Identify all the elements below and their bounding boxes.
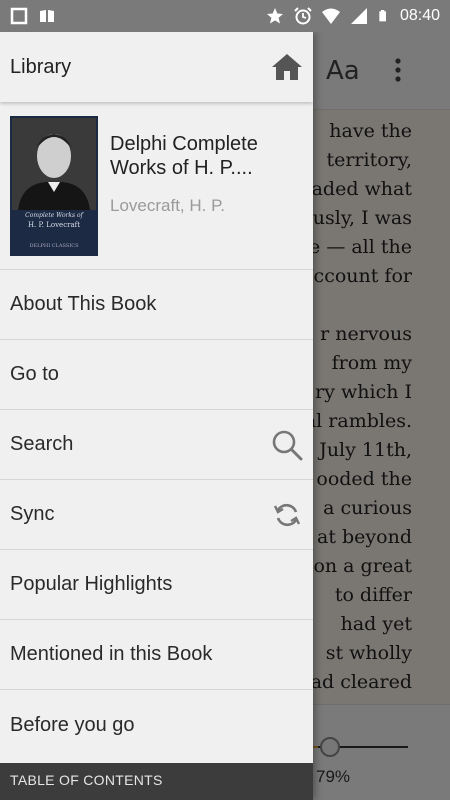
menu-item-sync[interactable]: Sync [0, 480, 313, 550]
book-author: Lovecraft, H. P. [110, 196, 225, 215]
book-icon [40, 10, 54, 22]
menu-item-go-to[interactable]: Go to [0, 340, 313, 410]
menu-item-label: Mentioned in this Book [10, 643, 213, 665]
sync-icon [273, 503, 301, 526]
search-icon [272, 430, 303, 460]
wifi-icon [321, 8, 340, 24]
cover-text-line2: H. P. Lovecraft [27, 221, 81, 229]
clock-text: 08:40 [399, 7, 440, 24]
cover-publisher-logo: DELPHI CLASSICS [29, 243, 79, 249]
signal-icon [350, 8, 367, 24]
menu-item-before-you-go[interactable]: Before you go [0, 690, 313, 760]
menu-item-label: Popular Highlights [10, 573, 173, 595]
table-of-contents-header[interactable]: TABLE OF CONTENTS [0, 763, 313, 800]
cover-text-line1: Complete Works of [25, 212, 83, 219]
battery-icon [379, 10, 386, 22]
home-icon[interactable] [271, 52, 303, 82]
library-link[interactable]: Library [10, 56, 71, 79]
menu-item-popular-highlights[interactable]: Popular Highlights [0, 550, 313, 620]
menu-item-about-this-book[interactable]: About This Book [0, 270, 313, 340]
status-bar: 08:40 [0, 0, 450, 32]
star-icon [266, 8, 283, 24]
menu-item-mentioned-in-this-book[interactable]: Mentioned in this Book [0, 620, 313, 690]
menu-item-label: Before you go [10, 713, 135, 736]
menu-item-label: Go to [10, 363, 59, 385]
book-summary[interactable]: Complete Works of H. P. Lovecraft DELPHI… [0, 102, 313, 270]
book-cover-image: Complete Works of H. P. Lovecraft DELPHI… [10, 116, 98, 256]
alarm-icon [294, 7, 312, 25]
menu-item-label: About This Book [10, 293, 157, 315]
navigation-drawer: Library Complete Works of H. P. Lovecraf… [0, 32, 313, 800]
book-title: Delphi Complete Works of H. P.... [110, 133, 258, 179]
menu-item-label: Sync [10, 503, 55, 525]
square-icon [10, 7, 28, 25]
menu-item-label: Search [10, 433, 74, 455]
menu-item-search[interactable]: Search [0, 410, 313, 480]
drawer-header: Library [0, 32, 313, 102]
author-portrait [12, 118, 96, 210]
